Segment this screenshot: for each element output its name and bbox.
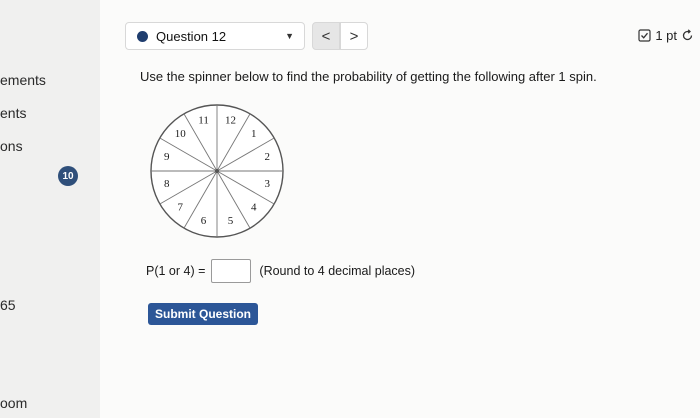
spinner-number: 4 bbox=[251, 201, 257, 213]
dropdown-caret-icon: ▼ bbox=[285, 31, 294, 41]
spinner-number: 11 bbox=[198, 114, 209, 126]
question-instruction: Use the spinner below to find the probab… bbox=[140, 69, 597, 84]
sidebar-item-questions[interactable]: ons bbox=[0, 138, 23, 154]
spinner-diagram: 121234567891011 bbox=[150, 104, 284, 238]
retry-icon[interactable] bbox=[681, 29, 694, 42]
chevron-right-icon: > bbox=[349, 27, 359, 45]
question-expression: P(1 or 4) = bbox=[146, 264, 206, 278]
spinner-number: 7 bbox=[177, 201, 183, 213]
sidebar-item-elements[interactable]: ements bbox=[0, 72, 46, 88]
sidebar: ements ents ons 10 65 oom bbox=[0, 0, 100, 418]
question-selector-label: Question 12 bbox=[156, 28, 227, 44]
spinner-center bbox=[215, 169, 219, 173]
submit-question-button[interactable]: Submit Question bbox=[148, 303, 258, 325]
points-indicator: 1 pt bbox=[638, 28, 694, 43]
sidebar-item-contents[interactable]: ents bbox=[0, 105, 26, 121]
spinner-number: 3 bbox=[264, 178, 270, 190]
spinner-number: 5 bbox=[228, 215, 234, 227]
spinner-number: 2 bbox=[264, 151, 270, 163]
spinner-number: 9 bbox=[164, 151, 170, 163]
spinner-number: 1 bbox=[251, 128, 257, 140]
previous-question-button[interactable]: < bbox=[312, 22, 340, 50]
sidebar-item-score: 65 bbox=[0, 297, 16, 313]
question-count-badge: 10 bbox=[58, 166, 78, 186]
chevron-left-icon: < bbox=[321, 27, 331, 45]
checkbox-check-icon bbox=[638, 29, 651, 42]
next-question-button[interactable]: > bbox=[340, 22, 368, 50]
spinner-number: 10 bbox=[175, 128, 187, 140]
answer-input[interactable] bbox=[211, 259, 252, 283]
question-status-dot bbox=[137, 30, 148, 42]
spinner-number: 12 bbox=[225, 114, 236, 126]
points-label: 1 pt bbox=[655, 28, 677, 43]
rounding-hint: (Round to 4 decimal places) bbox=[259, 264, 416, 278]
sidebar-item-zoom[interactable]: oom bbox=[0, 395, 27, 411]
answer-row: P(1 or 4) = (Round to 4 decimal places) bbox=[146, 257, 415, 285]
question-selector[interactable]: Question 12 ▼ bbox=[125, 22, 305, 50]
spinner-number: 8 bbox=[164, 178, 170, 190]
spinner-number: 6 bbox=[201, 215, 207, 227]
